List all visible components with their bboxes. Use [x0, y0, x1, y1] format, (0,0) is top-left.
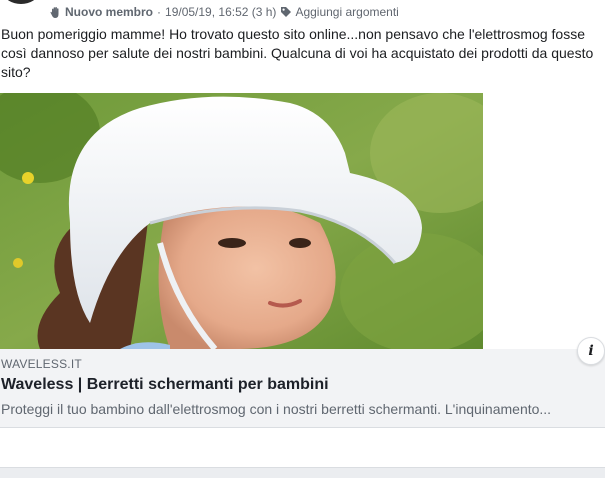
post-meta: Nuovo membro · 19/05/19, 16:52 (3 h) Agg…: [49, 4, 399, 20]
member-badge[interactable]: Nuovo membro: [65, 5, 153, 19]
new-member-hand-icon: [49, 6, 62, 19]
info-icon[interactable]: i: [577, 337, 605, 365]
author-avatar[interactable]: [4, 0, 38, 4]
link-domain: WAVELESS.IT: [1, 357, 82, 371]
post-timestamp[interactable]: 19/05/19, 16:52 (3 h): [165, 5, 276, 19]
post-body-text: Buon pomeriggio mamme! Ho trovato questo…: [1, 26, 594, 80]
link-preview-image[interactable]: [0, 93, 483, 349]
link-title[interactable]: Waveless | Berretti schermanti per bambi…: [1, 376, 329, 394]
meta-separator: ·: [157, 5, 162, 19]
tag-icon: [280, 6, 292, 18]
post-footer-divider: [0, 467, 605, 478]
link-description: Proteggi il tuo bambino dall'elettrosmog…: [1, 401, 552, 417]
add-topics-link[interactable]: Aggiungi argomenti: [295, 5, 398, 19]
link-preview-info[interactable]: WAVELESS.IT Waveless | Berretti scherman…: [0, 349, 605, 428]
link-preview-card[interactable]: WAVELESS.IT Waveless | Berretti scherman…: [0, 93, 605, 428]
image-side-blank: [483, 93, 605, 349]
